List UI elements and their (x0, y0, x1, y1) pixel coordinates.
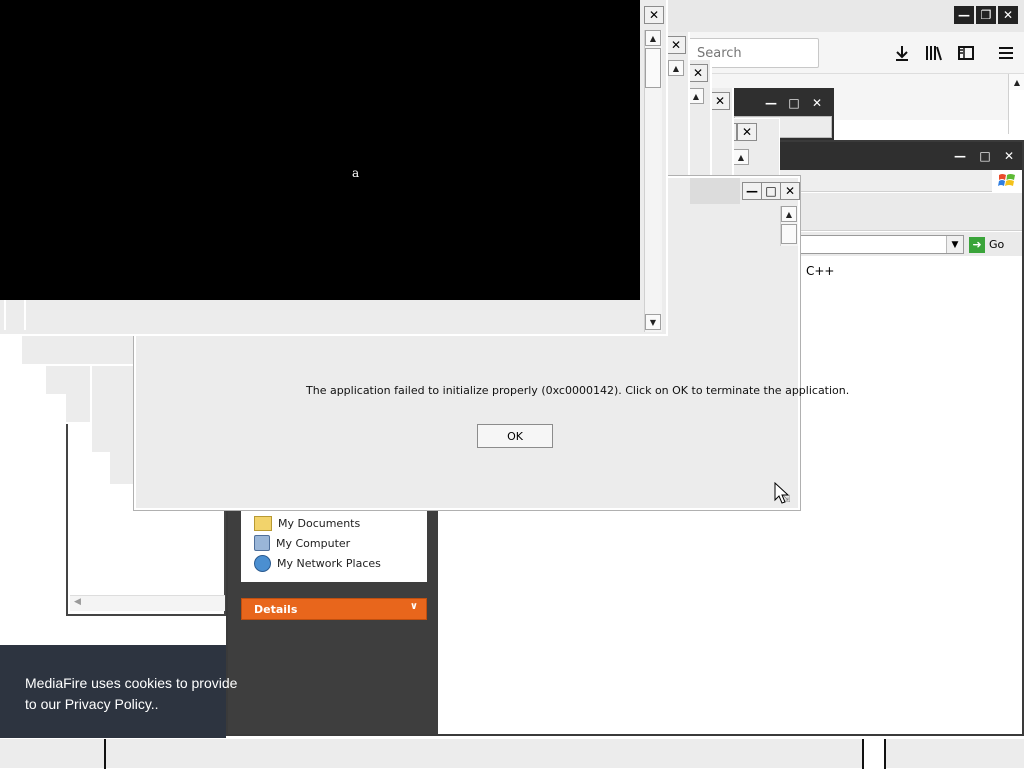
sidebar-icon (958, 46, 974, 60)
place-label: My Network Places (277, 556, 381, 570)
horizontal-scrollbar[interactable]: ◀ (70, 595, 225, 611)
firefox-scrollbar[interactable]: ▲ (1008, 74, 1024, 134)
scroll-up-icon[interactable]: ▲ (733, 149, 749, 165)
cascade-frame-e (90, 366, 138, 454)
scroll-up-icon[interactable]: ▲ (668, 60, 684, 76)
scroll-down-icon[interactable]: ▼ (645, 314, 661, 330)
maximize-icon: □ (765, 184, 777, 198)
explorer-minimize-button[interactable]: — (950, 147, 970, 165)
minimize-icon: — (954, 149, 966, 163)
place-my-computer[interactable]: My Computer (254, 534, 350, 552)
go-label: Go (989, 238, 1005, 251)
cookie-banner: MediaFire uses cookies to provide to our… (0, 645, 238, 738)
ok-button[interactable]: OK (477, 424, 553, 448)
taskbar-button[interactable] (862, 739, 886, 769)
dialog-maximize-button[interactable]: □ (761, 182, 781, 200)
mouse-cursor-icon (774, 482, 790, 504)
library-icon (926, 46, 942, 61)
place-label: My Computer (276, 536, 351, 550)
cookie-text-line1: MediaFire uses cookies to provide (25, 675, 238, 691)
close-button[interactable]: ✕ (807, 94, 827, 112)
menu-button[interactable] (992, 39, 1020, 67)
close-icon: ✕ (811, 96, 823, 110)
console-close-button[interactable]: ✕ (644, 6, 664, 24)
close-icon: ✕ (692, 66, 704, 80)
download-button[interactable] (888, 39, 916, 67)
scroll-up-icon[interactable]: ▲ (645, 30, 661, 46)
go-arrow-icon: ➜ (969, 236, 985, 253)
explorer-close-button[interactable]: ✕ (999, 147, 1019, 165)
computer-icon (254, 535, 270, 551)
taskbar-separator (104, 739, 106, 769)
scroll-left-icon[interactable]: ◀ (74, 597, 81, 607)
maximize-icon: □ (979, 149, 991, 163)
close-button[interactable]: ✕ (688, 64, 708, 82)
chevron-double-down-icon: ∨ (409, 601, 418, 612)
explorer-maximize-button[interactable]: □ (975, 147, 995, 165)
console-window: a ✕ ▲ ▼ (0, 0, 668, 336)
close-button[interactable]: ✕ (710, 92, 730, 110)
go-button[interactable]: ➜ Go (969, 235, 1009, 254)
scroll-up-icon[interactable]: ▲ (1009, 74, 1024, 90)
firefox-close-button[interactable]: ✕ (998, 6, 1018, 24)
place-my-network-places[interactable]: My Network Places (254, 554, 381, 572)
dialog-minimize-button[interactable]: — (742, 182, 762, 200)
place-label: My Documents (278, 516, 361, 530)
sidebar-button[interactable] (952, 39, 980, 67)
scroll-thumb[interactable] (781, 224, 797, 244)
console-text: a (352, 166, 360, 180)
close-icon: ✕ (670, 38, 682, 52)
details-label: Details (254, 602, 298, 616)
close-icon: ✕ (648, 8, 660, 22)
minimize-icon: — (746, 184, 758, 198)
dialog-scrollbar[interactable]: ▲ (780, 206, 798, 246)
console-screen: a (0, 0, 640, 300)
minimize-icon: — (958, 8, 970, 22)
folder-icon (254, 515, 272, 531)
close-button[interactable]: ✕ (666, 36, 686, 54)
console-frame-edge (4, 300, 26, 330)
scroll-thumb[interactable] (645, 48, 661, 88)
chevron-down-icon: ▼ (951, 239, 959, 250)
minimize-icon: — (765, 96, 777, 110)
firefox-restore-button[interactable]: ❐ (976, 6, 996, 24)
maximize-button[interactable]: □ (784, 94, 804, 112)
close-icon: ✕ (714, 94, 726, 108)
cascade-frame-c (46, 366, 92, 396)
console-scrollbar[interactable]: ▲ ▼ (644, 30, 662, 332)
maximize-icon: □ (788, 96, 800, 110)
menu-icon (999, 47, 1013, 59)
address-dropdown-button[interactable]: ▼ (946, 236, 963, 253)
cookie-text-line2: to our Privacy Policy.. (25, 696, 159, 712)
firefox-minimize-button[interactable]: — (954, 6, 974, 24)
minimize-button[interactable]: — (761, 94, 781, 112)
dialog-titlebar-strip (690, 178, 740, 204)
scroll-up-icon[interactable]: ▲ (781, 206, 797, 222)
close-icon: ✕ (1003, 149, 1015, 163)
place-my-documents[interactable]: My Documents (254, 514, 360, 532)
library-button[interactable] (920, 39, 948, 67)
close-button[interactable]: ✕ (737, 123, 757, 141)
details-header[interactable]: Details ∨ (241, 598, 427, 620)
dialog-close-button[interactable]: ✕ (780, 182, 800, 200)
close-icon: ✕ (784, 184, 796, 198)
close-icon: ✕ (741, 125, 753, 139)
cascade-frame-d (66, 394, 92, 424)
download-icon (896, 46, 908, 61)
address-fragment-text: C++ (806, 264, 835, 278)
taskbar (0, 738, 1024, 769)
network-icon (254, 554, 271, 572)
error-message: The application failed to initialize pro… (306, 384, 850, 397)
scroll-up-icon[interactable]: ▲ (688, 88, 704, 104)
close-icon: ✕ (1002, 8, 1014, 22)
windows-logo-icon (992, 170, 1022, 192)
restore-icon: ❐ (980, 8, 992, 22)
